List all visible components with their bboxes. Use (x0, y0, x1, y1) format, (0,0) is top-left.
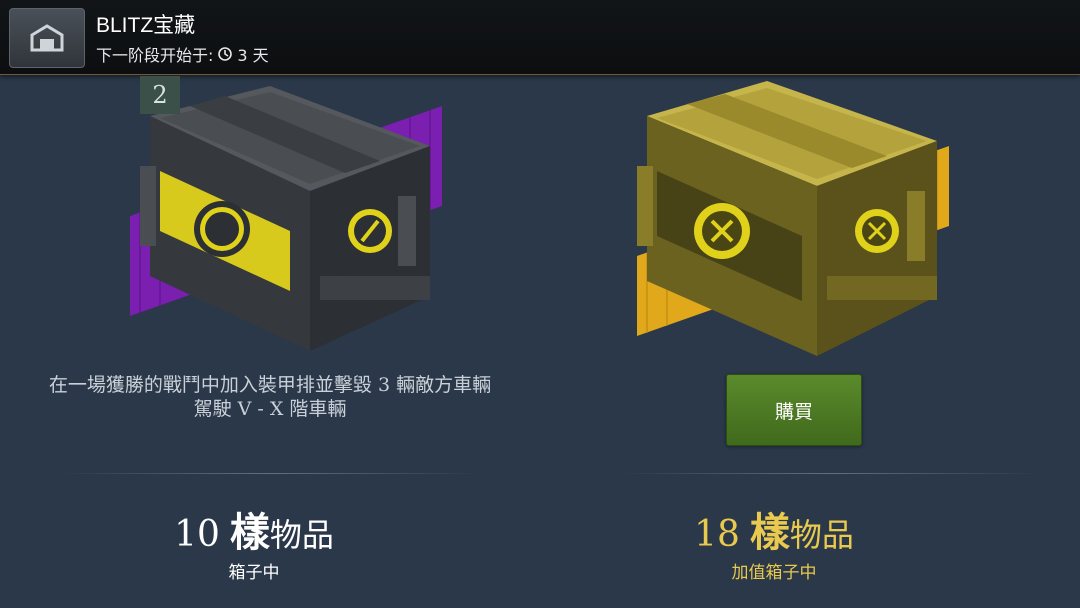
item-count-unit: 物品 (789, 516, 854, 554)
crate-count-badge: 2 (140, 76, 180, 114)
item-count-caption: 加值箱子中 (731, 563, 817, 583)
item-count-word: 樣 (749, 509, 790, 556)
requirement-text: 在一場獲勝的戰鬥中加入裝甲排並擊毀 3 輛敵方車輛 (48, 374, 492, 396)
item-count-number: 18 (694, 514, 740, 555)
item-count: 18 樣物品 (504, 500, 1044, 558)
item-count-number: 10 (174, 514, 220, 555)
divider (60, 473, 480, 474)
next-stage-info: 下一阶段开始于: 3 天 (96, 42, 269, 66)
next-stage-value: 3 天 (237, 46, 269, 65)
top-bar: BLITZ宝藏 下一阶段开始于: 3 天 (0, 0, 1080, 75)
item-count-caption: 箱子中 (228, 563, 280, 583)
standard-crate-panel[interactable]: 2 在一場獲勝的戰鬥中加入裝甲排並擊毀 3 輛敵方車輛 駕駛 V - X 階車輛… (0, 76, 540, 608)
premium-crate-panel[interactable]: 購買 18 樣物品 加值箱子中 (540, 76, 1080, 608)
buy-button[interactable]: 購買 (726, 374, 862, 446)
item-count-word: 樣 (229, 509, 270, 556)
garage-icon (30, 24, 64, 52)
divider (620, 473, 1040, 474)
premium-crate-image (637, 81, 949, 356)
next-stage-label: 下一阶段开始于: (96, 46, 214, 65)
tier-requirement: 駕駛 V - X 階車輛 (193, 398, 347, 420)
page-title: BLITZ宝藏 (96, 14, 196, 37)
crate-requirement: 在一場獲勝的戰鬥中加入裝甲排並擊毀 3 輛敵方車輛 駕駛 V - X 階車輛 (20, 374, 520, 420)
standard-crate-image (130, 86, 442, 351)
timer-icon (217, 46, 233, 62)
item-count-unit: 物品 (269, 516, 334, 554)
home-button[interactable] (9, 8, 85, 68)
item-count: 10 樣物品 (0, 500, 524, 558)
